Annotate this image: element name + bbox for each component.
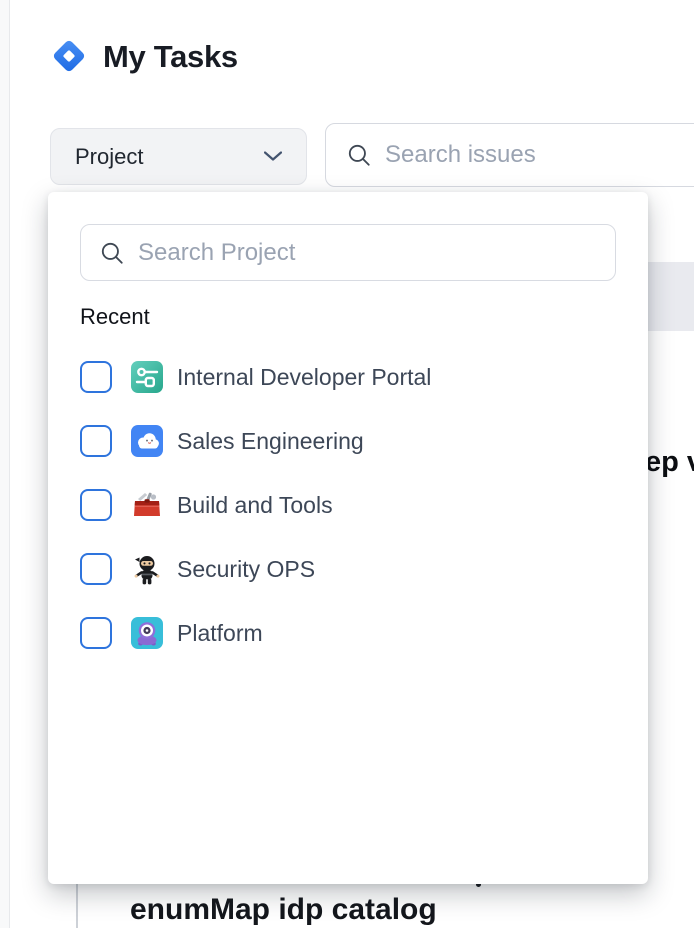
recent-section-label: Recent [80, 304, 150, 330]
project-checkbox[interactable] [80, 361, 112, 393]
project-filter-button[interactable]: Project [50, 128, 307, 185]
project-filter-label: Project [75, 144, 143, 170]
project-option-build-and-tools[interactable]: Build and Tools [80, 488, 616, 522]
search-project-input[interactable] [138, 239, 615, 267]
page: My Tasks Project ep v enumMap idp catalo… [0, 0, 694, 928]
project-dropdown-panel: Recent [48, 192, 648, 884]
search-issues-input[interactable] [385, 141, 694, 169]
cloud-face-tile-icon [131, 425, 163, 457]
project-option-label: Security OPS [177, 556, 315, 583]
background-divider-fragment [76, 884, 78, 928]
pipeline-tile-icon [131, 361, 163, 393]
toolbox-icon [131, 489, 163, 521]
search-project-field[interactable] [80, 224, 616, 281]
background-text-fragment-bottom: enumMap idp catalog [130, 893, 437, 927]
jira-logo-icon [47, 34, 91, 78]
alien-tile-icon [131, 617, 163, 649]
background-text-fragment-right: ep v [645, 446, 694, 479]
project-option-internal-developer-portal[interactable]: Internal Developer Portal [80, 360, 616, 394]
project-checkbox[interactable] [80, 617, 112, 649]
project-checkbox[interactable] [80, 425, 112, 457]
project-checkbox[interactable] [80, 553, 112, 585]
project-option-label: Sales Engineering [177, 428, 364, 455]
project-option-label: Internal Developer Portal [177, 364, 431, 391]
chevron-down-icon [264, 148, 282, 166]
project-option-security-ops[interactable]: Security OPS [80, 552, 616, 586]
search-icon [99, 240, 125, 266]
ninja-icon [131, 553, 163, 585]
search-issues-field[interactable] [325, 123, 694, 187]
search-icon [346, 142, 372, 168]
project-option-label: Build and Tools [177, 492, 333, 519]
project-option-platform[interactable]: Platform [80, 616, 616, 650]
page-title: My Tasks [103, 39, 238, 75]
project-option-sales-engineering[interactable]: Sales Engineering [80, 424, 616, 458]
project-checkbox[interactable] [80, 489, 112, 521]
left-rail [0, 0, 10, 928]
background-row-fragment [648, 262, 694, 331]
project-option-label: Platform [177, 620, 263, 647]
